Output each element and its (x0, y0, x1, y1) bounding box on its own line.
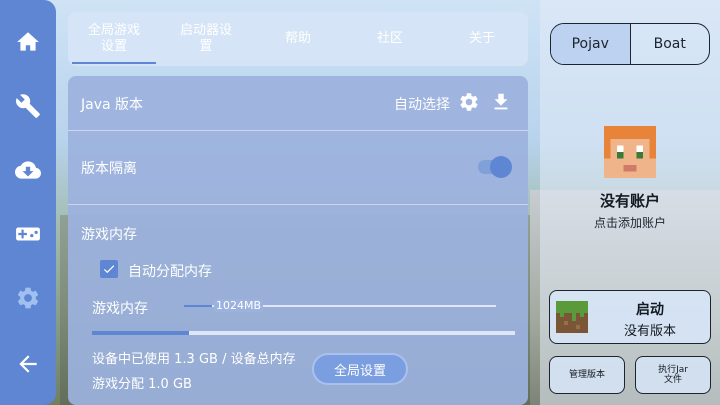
java-version-row[interactable]: Java 版本 自动选择 (68, 76, 528, 131)
tab-global-game-settings[interactable]: 全局游戏 设置 (68, 12, 160, 66)
memory-slider-value: 1024MB (214, 299, 264, 312)
memory-slider-fill (184, 305, 212, 307)
memory-usage-bar-fill (92, 331, 189, 335)
gear-icon[interactable] (0, 278, 56, 318)
gear-icon[interactable] (458, 91, 480, 113)
launch-title: 启动 (636, 302, 664, 318)
run-jar-button[interactable]: 执行Jar 文件 (635, 356, 711, 394)
memory-section-label: 游戏内存 (81, 227, 137, 243)
java-version-value: 自动选择 (394, 97, 450, 113)
avatar[interactable] (604, 126, 656, 178)
check-icon (103, 265, 115, 274)
memory-used-text: 设备中已使用 1.3 GB / 设备总内存 (92, 352, 296, 367)
tab-about[interactable]: 关于 (436, 12, 528, 66)
java-version-label: Java 版本 (81, 97, 144, 113)
segment-pojav[interactable]: Pojav (551, 24, 631, 64)
cloud-download-icon[interactable] (0, 150, 56, 190)
toggle-knob (490, 156, 512, 178)
launcher-segment-control: Pojav Boat (550, 23, 710, 65)
tab-help[interactable]: 帮助 (252, 12, 344, 66)
tab-launcher-settings[interactable]: 启动器设 置 (160, 12, 252, 66)
settings-panel: 全局游戏 设置 启动器设 置 帮助 社区 关于 Java 版本 自动选择 版本隔… (68, 12, 528, 405)
launch-subtitle: 没有版本 (623, 324, 676, 339)
manage-versions-button[interactable]: 管理版本 (549, 356, 625, 394)
launch-button[interactable]: 启动 没有版本 (549, 290, 711, 344)
account-title[interactable]: 没有账户 (540, 190, 720, 211)
settings-list: Java 版本 自动选择 版本隔离 游戏内存 自动分配内存 游戏内存 1024M… (68, 76, 528, 405)
gamepad-icon[interactable] (0, 214, 56, 254)
download-icon[interactable] (490, 91, 512, 113)
tab-community[interactable]: 社区 (344, 12, 436, 66)
grass-block-icon (556, 301, 588, 333)
segment-boat[interactable]: Boat (631, 24, 710, 64)
version-isolation-label: 版本隔离 (81, 161, 137, 177)
auto-memory-checkbox[interactable] (100, 260, 118, 278)
home-icon[interactable] (0, 22, 56, 62)
back-arrow-icon[interactable] (0, 344, 56, 384)
version-isolation-row: 版本隔离 (68, 130, 528, 205)
global-settings-button[interactable]: 全局设置 (312, 353, 408, 385)
wrench-icon[interactable] (0, 86, 56, 126)
sidebar (0, 0, 56, 405)
memory-alloc-text: 游戏分配 1.0 GB (92, 377, 192, 392)
memory-slider-label: 游戏内存 (92, 301, 148, 317)
auto-memory-label: 自动分配内存 (128, 264, 212, 280)
tab-bar: 全局游戏 设置 启动器设 置 帮助 社区 关于 (68, 12, 528, 66)
account-subtitle[interactable]: 点击添加账户 (540, 214, 720, 231)
